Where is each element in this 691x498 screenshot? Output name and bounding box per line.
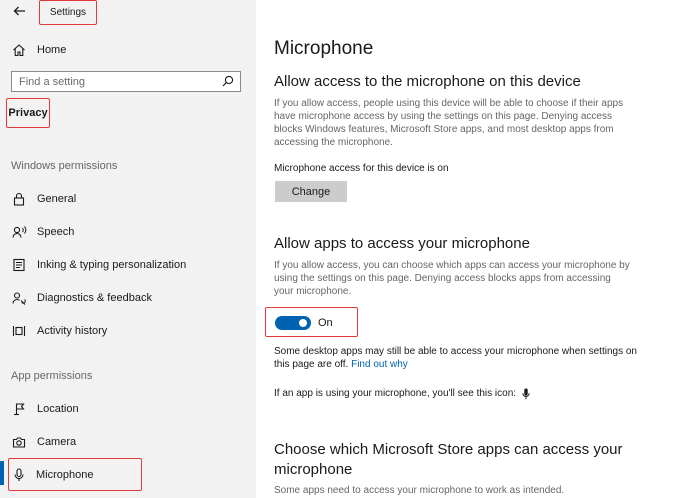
home-icon xyxy=(10,41,28,59)
main-panel: Microphone Allow access to the microphon… xyxy=(256,0,691,498)
microphone-indicator-icon xyxy=(522,388,530,400)
page-title: Microphone xyxy=(274,38,374,59)
sidebar-item-label: Microphone xyxy=(36,468,94,481)
lock-icon xyxy=(10,190,28,208)
sidebar-item-activity-history[interactable]: Activity history xyxy=(0,314,256,347)
back-arrow-icon xyxy=(13,6,25,16)
store-section-heading: Choose which Microsoft Store apps can ac… xyxy=(274,441,623,478)
toggle-state-label: On xyxy=(318,317,333,329)
location-icon xyxy=(10,400,28,418)
sidebar: Settings Home Privacy Windows permission… xyxy=(0,0,256,498)
sidebar-item-camera[interactable]: Camera xyxy=(0,425,256,458)
sidebar-item-label: Camera xyxy=(37,435,77,448)
mic-icon-note-text: If an app is using your microphone, you'… xyxy=(274,388,517,399)
toggle-switch[interactable] xyxy=(275,316,311,330)
apps-access-toggle[interactable] xyxy=(275,316,311,330)
sidebar-item-label: Inking & typing personalization xyxy=(37,258,187,271)
mic-icon-note: If an app is using your microphone, you'… xyxy=(274,387,530,400)
sidebar-item-label: Speech xyxy=(37,225,75,238)
toggle-knob xyxy=(299,319,307,327)
find-out-why-link[interactable]: Find out why xyxy=(351,359,408,370)
sidebar-item-label: Location xyxy=(37,402,79,415)
category-title: Privacy xyxy=(6,98,50,128)
desktop-apps-note: Some desktop apps may still be able to a… xyxy=(274,345,639,371)
back-button[interactable] xyxy=(8,2,30,20)
sidebar-item-inking[interactable]: Inking & typing personalization xyxy=(0,248,256,281)
windows-permissions-header: Windows permissions xyxy=(11,160,118,172)
apps-section-heading: Allow apps to access your microphone xyxy=(274,235,530,252)
sidebar-item-label: Home xyxy=(37,43,67,56)
sidebar-item-label: Activity history xyxy=(37,324,108,337)
speech-icon xyxy=(10,223,28,241)
sidebar-item-label: General xyxy=(37,192,77,205)
diagnostics-icon xyxy=(10,289,28,307)
sidebar-item-location[interactable]: Location xyxy=(0,392,256,425)
sidebar-item-label: Diagnostics & feedback xyxy=(37,291,152,304)
sidebar-item-speech[interactable]: Speech xyxy=(0,215,256,248)
search-icon[interactable] xyxy=(222,75,234,87)
device-access-status: Microphone access for this device is on xyxy=(274,163,449,174)
microphone-icon xyxy=(12,467,26,482)
selected-indicator xyxy=(0,461,4,485)
device-section-description: If you allow access, people using this d… xyxy=(274,98,624,148)
apps-section-description: If you allow access, you can choose whic… xyxy=(274,260,630,297)
sidebar-item-diagnostics[interactable]: Diagnostics & feedback xyxy=(0,281,256,314)
search-box[interactable] xyxy=(11,71,241,92)
category-title-text: Privacy xyxy=(8,107,48,119)
inking-icon xyxy=(10,256,28,274)
device-section-heading: Allow access to the microphone on this d… xyxy=(274,73,581,90)
sidebar-item-microphone[interactable]: Microphone xyxy=(8,458,142,491)
app-permissions-header: App permissions xyxy=(11,370,93,382)
sidebar-item-general[interactable]: General xyxy=(0,182,256,215)
activity-history-icon xyxy=(10,322,28,340)
change-button[interactable]: Change xyxy=(275,181,347,202)
sidebar-item-home[interactable]: Home xyxy=(0,33,256,66)
store-section-description: Some apps need to access your microphone… xyxy=(274,485,565,496)
camera-icon xyxy=(10,433,28,451)
search-input[interactable] xyxy=(12,74,211,89)
window-title-text: Settings xyxy=(49,7,87,18)
desktop-apps-note-text: Some desktop apps may still be able to a… xyxy=(274,346,637,370)
window-title: Settings xyxy=(39,0,97,25)
